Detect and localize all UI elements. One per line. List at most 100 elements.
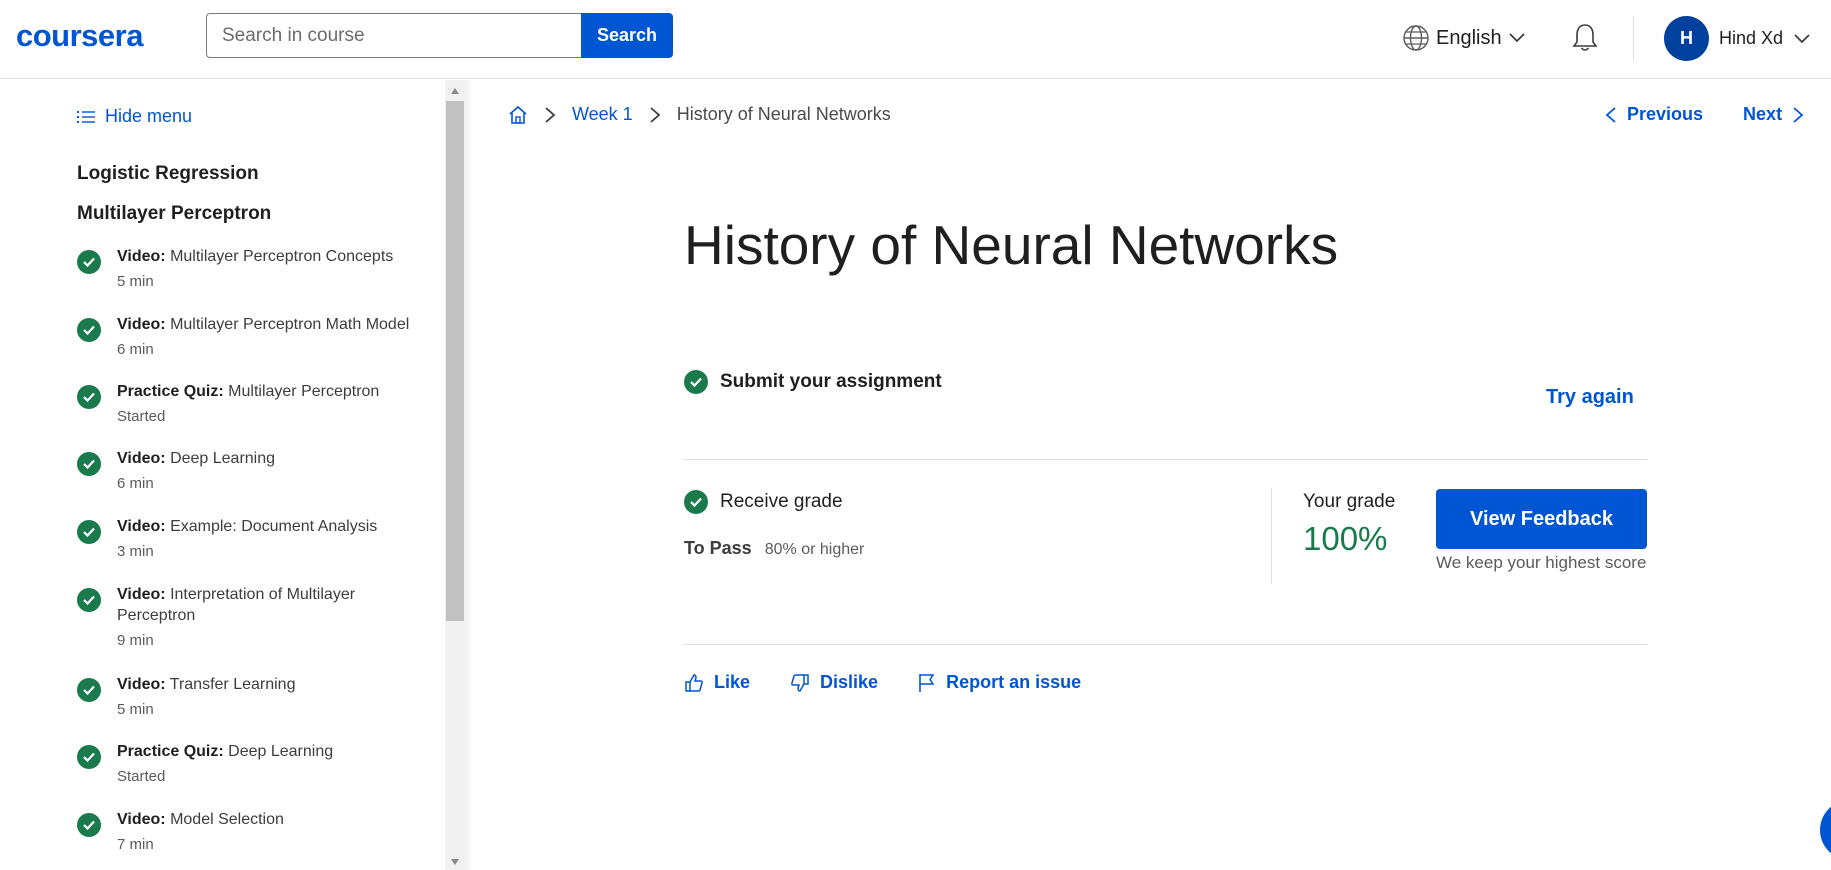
- section-divider: [684, 459, 1647, 460]
- next-button[interactable]: Next: [1743, 104, 1804, 125]
- check-icon: [77, 588, 101, 612]
- course-sidebar: Hide menu Logistic Regression Multilayer…: [0, 80, 466, 870]
- item-type: Video:: [117, 316, 166, 333]
- item-meta: 5 min: [117, 701, 154, 718]
- sidebar-item[interactable]: Practice Quiz: Deep Learning Started: [77, 741, 417, 787]
- language-selector[interactable]: English: [1402, 24, 1526, 52]
- check-icon: [77, 813, 101, 837]
- item-meta: 6 min: [117, 475, 154, 492]
- item-title: Transfer Learning: [169, 676, 296, 693]
- receive-grade-row: Receive grade: [684, 490, 843, 514]
- check-icon: [77, 678, 101, 702]
- check-icon: [77, 452, 101, 476]
- previous-label: Previous: [1627, 104, 1704, 124]
- previous-button[interactable]: Previous: [1605, 104, 1703, 125]
- language-label: English: [1436, 26, 1502, 49]
- sidebar-item[interactable]: Video: Interpretation of Multilayer Perc…: [77, 584, 417, 651]
- check-icon: [77, 250, 101, 274]
- grade-divider: [1271, 488, 1272, 584]
- user-name: Hind Xd: [1719, 28, 1784, 48]
- to-pass-value: 80% or higher: [764, 541, 865, 558]
- search-input[interactable]: [206, 13, 581, 58]
- globe-icon: [1403, 25, 1429, 51]
- receive-grade-label: Receive grade: [720, 491, 843, 512]
- item-title: Multilayer Perceptron Math Model: [170, 316, 410, 333]
- item-type: Video:: [117, 450, 166, 467]
- item-meta: 3 min: [117, 543, 154, 560]
- section-divider: [684, 644, 1647, 645]
- flag-icon: [919, 673, 935, 692]
- dislike-button[interactable]: Dislike: [790, 672, 878, 693]
- sidebar-item[interactable]: Video: Transfer Learning 5 min: [77, 674, 417, 720]
- check-icon: [77, 745, 101, 769]
- user-menu[interactable]: H Hind Xd: [1664, 16, 1811, 61]
- item-navigation: Previous Next: [1605, 104, 1804, 125]
- item-type: Practice Quiz:: [117, 743, 224, 760]
- sidebar-item[interactable]: Video: Deep Learning 6 min: [77, 448, 417, 494]
- bell-icon: [1572, 24, 1598, 51]
- item-meta: 6 min: [117, 341, 154, 358]
- item-title: Example: Document Analysis: [170, 518, 378, 535]
- check-icon: [77, 385, 101, 409]
- search-button[interactable]: Search: [581, 13, 673, 58]
- item-title: Model Selection: [170, 811, 284, 828]
- sidebar-item[interactable]: Video: Multilayer Perceptron Math Model …: [77, 314, 417, 360]
- chevron-left-icon: [1605, 106, 1616, 123]
- scroll-down-arrow-icon[interactable]: [450, 857, 460, 867]
- check-icon: [684, 370, 708, 394]
- sidebar-section-multilayer-perceptron[interactable]: Multilayer Perceptron: [77, 203, 271, 225]
- item-type: Video:: [117, 518, 166, 535]
- page-title: History of Neural Networks: [684, 214, 1339, 276]
- item-meta: 9 min: [117, 632, 154, 649]
- item-title: Multilayer Perceptron Concepts: [170, 248, 394, 265]
- grade-value: 100%: [1303, 520, 1388, 557]
- try-again-button[interactable]: Try again: [1546, 386, 1634, 409]
- check-icon: [77, 318, 101, 342]
- report-issue-button[interactable]: Report an issue: [918, 672, 1081, 693]
- to-pass-info: To Pass 80% or higher: [684, 538, 864, 559]
- list-icon: [77, 110, 95, 123]
- check-icon: [684, 490, 708, 514]
- home-icon[interactable]: [508, 105, 528, 125]
- your-grade-label: Your grade: [1303, 491, 1396, 512]
- sidebar-scrollbar-thumb[interactable]: [446, 101, 464, 621]
- sidebar-item[interactable]: Practice Quiz: Multilayer Perceptron Sta…: [77, 381, 417, 427]
- sidebar-item[interactable]: Video: Model Selection 7 min: [77, 809, 417, 855]
- thumbs-down-icon: [791, 673, 809, 692]
- item-type: Video:: [117, 676, 166, 693]
- like-button[interactable]: Like: [684, 672, 750, 693]
- sidebar-item[interactable]: Video: Multilayer Perceptron Concepts 5 …: [77, 246, 417, 292]
- hide-menu-label: Hide menu: [105, 106, 193, 126]
- item-title: Deep Learning: [228, 743, 334, 760]
- chevron-right-icon: [1793, 106, 1804, 123]
- submit-assignment-label: Submit your assignment: [720, 371, 942, 392]
- chevron-right-icon: [650, 106, 661, 123]
- help-chat-button[interactable]: [1820, 800, 1831, 860]
- view-feedback-button[interactable]: View Feedback: [1436, 489, 1647, 549]
- breadcrumb-week[interactable]: Week 1: [572, 104, 633, 125]
- hide-menu-button[interactable]: Hide menu: [77, 106, 192, 127]
- breadcrumb-current: History of Neural Networks: [676, 104, 891, 124]
- coursera-logo[interactable]: coursera: [16, 18, 143, 54]
- item-title: Multilayer Perceptron: [228, 383, 380, 400]
- report-issue-label: Report an issue: [946, 672, 1082, 692]
- top-header: coursera Search English H Hind Xd: [0, 0, 1831, 79]
- item-type: Video:: [117, 586, 166, 603]
- notifications-button[interactable]: [1570, 22, 1600, 59]
- submit-assignment-row: Submit your assignment: [684, 370, 942, 394]
- chevron-down-icon: [1508, 33, 1525, 43]
- sidebar-item[interactable]: Video: Example: Document Analysis 3 min: [77, 516, 417, 562]
- next-label: Next: [1743, 104, 1783, 124]
- chevron-down-icon: [1794, 33, 1810, 43]
- keep-score-note: We keep your highest score: [1436, 553, 1647, 572]
- item-meta: 7 min: [117, 836, 154, 853]
- to-pass-label: To Pass: [684, 538, 752, 558]
- scroll-up-arrow-icon[interactable]: [450, 86, 460, 96]
- sidebar-section-logistic-regression[interactable]: Logistic Regression: [77, 163, 259, 185]
- item-meta: 5 min: [117, 273, 154, 290]
- sidebar-shadow: [466, 80, 474, 870]
- search-bar: Search: [206, 13, 673, 58]
- thumbs-up-icon: [685, 673, 703, 692]
- item-meta: Started: [117, 768, 166, 785]
- item-type: Practice Quiz:: [117, 383, 224, 400]
